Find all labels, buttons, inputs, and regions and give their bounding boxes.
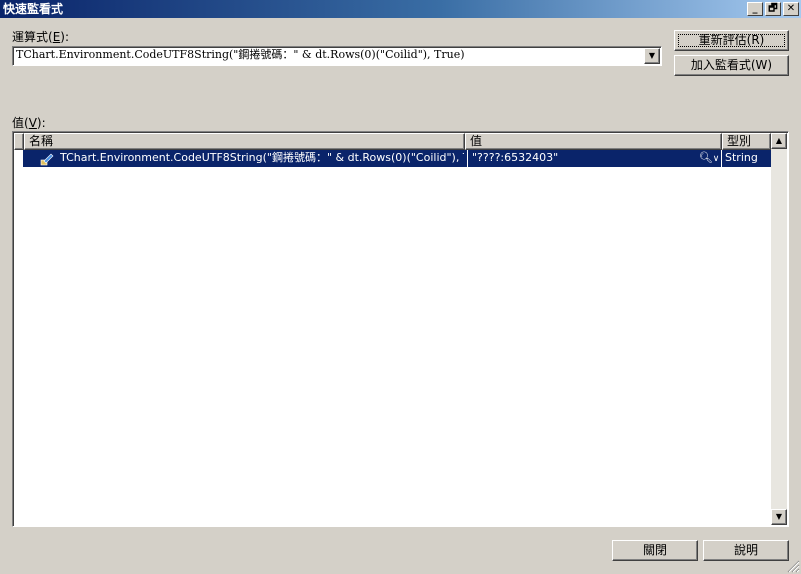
column-header-type[interactable]: 型別	[722, 133, 771, 150]
chevron-down-icon: ▼	[648, 51, 656, 60]
restore-button[interactable]: 🗗	[765, 2, 781, 16]
help-button[interactable]: 說明	[703, 540, 789, 561]
chevron-up-icon: ▲	[775, 136, 783, 145]
row-type: String	[725, 151, 758, 164]
close-window-button[interactable]: ✕	[783, 2, 799, 16]
close-icon: ✕	[786, 3, 796, 14]
column-header-name[interactable]: 名稱	[24, 133, 465, 150]
expression-combo[interactable]: TChart.Environment.CodeUTF8String("鋼捲號碼：…	[12, 46, 662, 66]
row-value: "????:6532403"	[472, 151, 559, 164]
property-icon	[40, 150, 56, 167]
vertical-scrollbar[interactable]: ▲ ▼	[771, 133, 787, 525]
reevaluate-button[interactable]: 重新評估(R)	[674, 30, 789, 51]
chevron-down-icon: ∨	[712, 154, 720, 164]
row-header-corner	[14, 133, 24, 150]
expression-input[interactable]: TChart.Environment.CodeUTF8String("鋼捲號碼：…	[16, 48, 465, 61]
expression-label: 運算式(E):	[12, 30, 70, 44]
visualizer-button[interactable]: 🔍︎∨	[697, 150, 721, 167]
minimize-icon: _	[752, 3, 758, 14]
resize-grip-icon[interactable]	[786, 559, 800, 573]
column-divider	[721, 150, 722, 167]
row-name: TChart.Environment.CodeUTF8String("鋼捲號碼：…	[60, 151, 464, 164]
watch-grid[interactable]: 名稱 值 型別 TChart.Environment.CodeUTF8Strin…	[12, 131, 789, 527]
expression-dropdown-button[interactable]: ▼	[644, 48, 660, 64]
chevron-down-icon: ▼	[775, 512, 783, 521]
column-header-value[interactable]: 值	[465, 133, 722, 150]
title-bar: 快速監看式	[0, 0, 801, 18]
add-watch-button[interactable]: 加入監看式(W)	[674, 55, 789, 76]
value-label: 值(V):	[12, 116, 46, 130]
magnifier-icon: 🔍︎	[698, 151, 713, 164]
restore-icon: 🗗	[768, 3, 778, 14]
minimize-button[interactable]: _	[747, 2, 763, 16]
window-title: 快速監看式	[3, 2, 64, 16]
scroll-down-button[interactable]: ▼	[771, 509, 787, 525]
table-row[interactable]: TChart.Environment.CodeUTF8String("鋼捲號碼：…	[23, 150, 771, 167]
close-button[interactable]: 關閉	[612, 540, 698, 561]
column-divider	[467, 150, 468, 167]
scroll-up-button[interactable]: ▲	[771, 133, 787, 149]
